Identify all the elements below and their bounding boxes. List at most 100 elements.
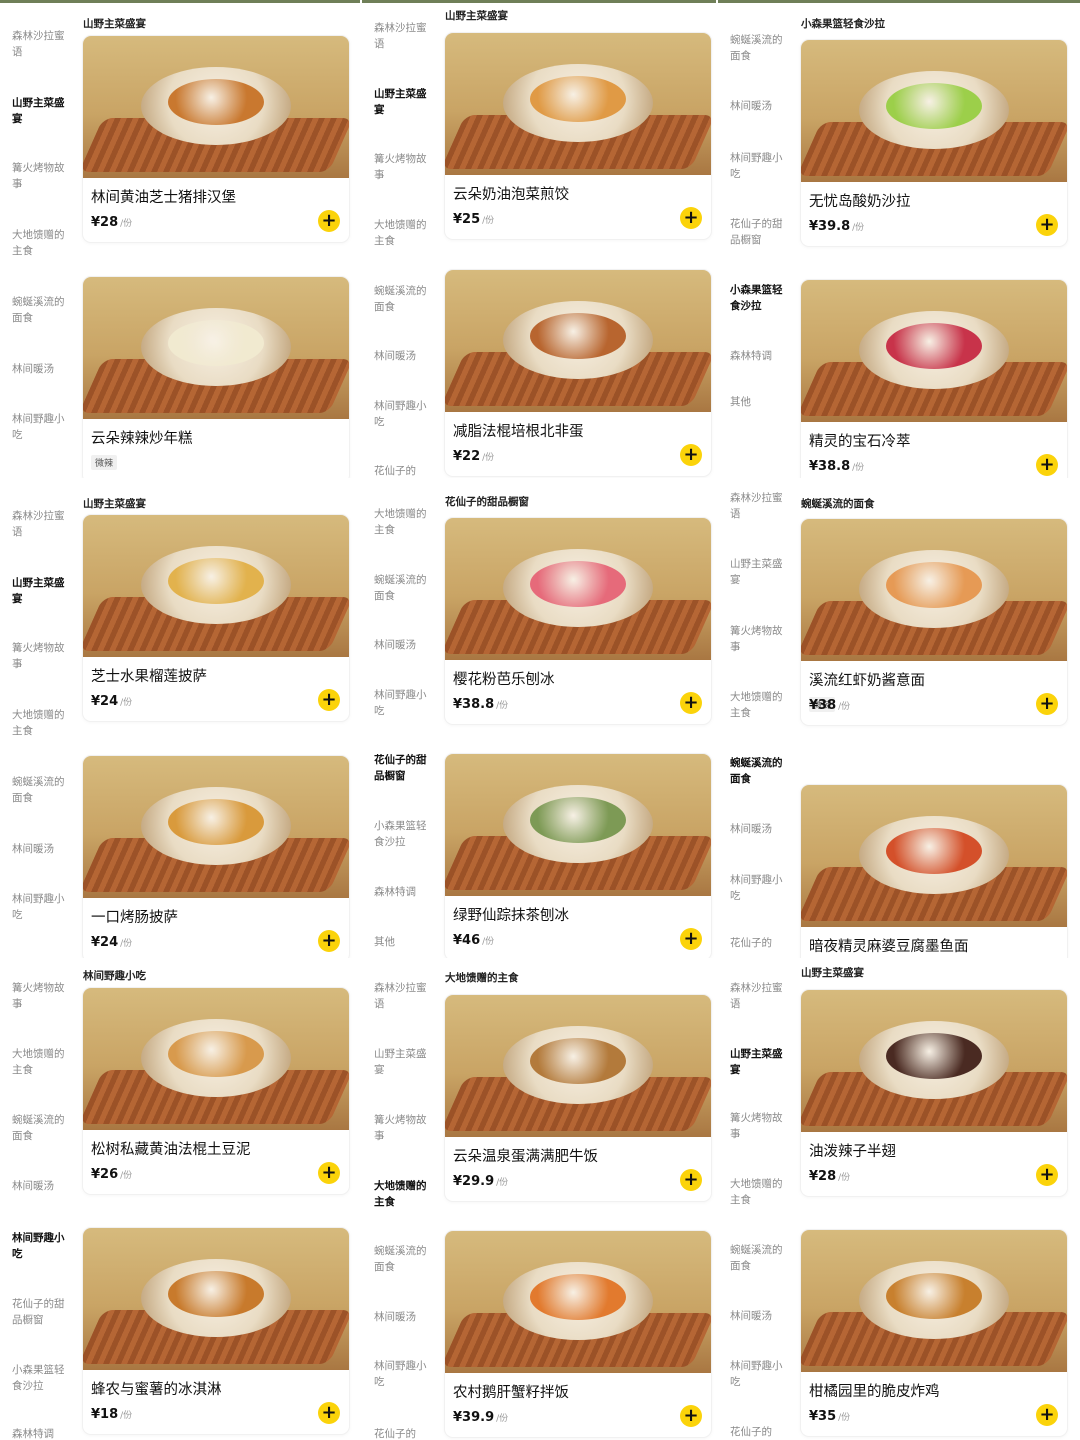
add-to-cart-button[interactable]: + [1036, 1164, 1058, 1186]
dish-card[interactable]: 林间黄油芝士猪排汉堡 ¥28/份 + [83, 36, 349, 242]
sidebar-item[interactable]: 大地馈赠的主食 [12, 707, 70, 739]
dish-card[interactable]: 无忧岛酸奶沙拉 ¥39.8/份 + [801, 40, 1067, 246]
sidebar-item[interactable]: 蜿蜒溪流的面食 [374, 283, 432, 315]
add-to-cart-button[interactable]: + [1036, 1404, 1058, 1426]
add-to-cart-button[interactable]: + [318, 689, 340, 711]
sidebar-item[interactable]: 蜿蜒溪流的面食 [12, 1112, 70, 1144]
sidebar-item[interactable]: 花仙子的 [374, 463, 432, 478]
sidebar-item[interactable]: 山野主菜盛宴 [374, 86, 432, 118]
sidebar-item[interactable]: 大地馈赠的主食 [374, 506, 432, 538]
sidebar-item[interactable]: 大地馈赠的主食 [730, 689, 788, 721]
dish-card[interactable]: 一口烤肠披萨 ¥24/份 + [83, 756, 349, 958]
add-to-cart-button[interactable]: + [1036, 454, 1058, 476]
sidebar-item[interactable]: 花仙子的甜品橱窗 [12, 1296, 70, 1328]
sidebar-item[interactable]: 篝火烤物故事 [374, 1112, 432, 1144]
sidebar-item[interactable]: 林间野趣小吃 [374, 687, 432, 719]
sidebar-item[interactable]: 森林沙拉蜜语 [12, 508, 70, 540]
sidebar-item[interactable]: 小森果篮轻食沙拉 [730, 282, 788, 314]
add-to-cart-button[interactable]: + [1036, 693, 1058, 715]
sidebar-item[interactable]: 林间野趣小吃 [12, 1230, 70, 1262]
sidebar-item[interactable]: 林间野趣小吃 [374, 1358, 432, 1390]
dish-card[interactable]: 溪流红虾奶酱意面 微辣 ¥38/份 + [801, 519, 1067, 725]
sidebar-item[interactable]: 林间暖汤 [374, 637, 432, 653]
sidebar-item[interactable]: 林间暖汤 [374, 348, 432, 364]
sidebar-item[interactable]: 林间暖汤 [12, 361, 70, 377]
add-to-cart-button[interactable]: + [680, 692, 702, 714]
sidebar-item[interactable]: 篝火烤物故事 [12, 980, 70, 1012]
sidebar-item[interactable]: 山野主菜盛宴 [12, 95, 70, 127]
sidebar-item[interactable]: 其他 [730, 394, 788, 410]
dish-card[interactable]: 松树私藏黄油法棍土豆泥 ¥26/份 + [83, 988, 349, 1194]
sidebar-item[interactable]: 蜿蜒溪流的面食 [12, 774, 70, 806]
sidebar-item[interactable]: 林间暖汤 [374, 1309, 432, 1325]
sidebar-item[interactable]: 林间暖汤 [730, 821, 788, 837]
sidebar-item[interactable]: 林间野趣小吃 [374, 398, 432, 430]
dish-card[interactable]: 减脂法棍培根北非蛋 ¥22/份 + [445, 270, 711, 476]
dish-card[interactable]: 云朵温泉蛋满满肥牛饭 ¥29.9/份 + [445, 995, 711, 1201]
sidebar-item[interactable]: 小森果篮轻食沙拉 [12, 1362, 70, 1394]
sidebar-item[interactable]: 篝火烤物故事 [374, 151, 432, 183]
sidebar-item[interactable]: 林间暖汤 [12, 1178, 70, 1194]
sidebar-item[interactable]: 花仙子的甜品橱窗 [374, 752, 432, 784]
dish-card[interactable]: 暗夜精灵麻婆豆腐墨鱼面 [801, 785, 1067, 958]
dish-card[interactable]: 精灵的宝石冷萃 ¥38.8/份 + [801, 280, 1067, 478]
sidebar-item[interactable]: 花仙子的 [730, 1424, 788, 1440]
add-to-cart-button[interactable]: + [680, 1405, 702, 1427]
sidebar-item[interactable]: 大地馈赠的主食 [12, 1046, 70, 1078]
add-to-cart-button[interactable]: + [680, 1169, 702, 1191]
sidebar-item[interactable]: 蜿蜒溪流的面食 [730, 1242, 788, 1274]
sidebar-item[interactable]: 林间暖汤 [730, 98, 788, 114]
sidebar-item[interactable]: 森林特调 [730, 348, 788, 364]
dish-card[interactable]: 农村鹅肝蟹籽拌饭 ¥39.9/份 + [445, 1231, 711, 1437]
dish-card[interactable]: 油泼辣子半翅 ¥28/份 + [801, 990, 1067, 1196]
add-to-cart-button[interactable]: + [680, 444, 702, 466]
sidebar-item[interactable]: 山野主菜盛宴 [730, 1046, 788, 1078]
dish-card[interactable]: 绿野仙踪抹茶刨冰 ¥46/份 + [445, 754, 711, 958]
add-to-cart-button[interactable]: + [318, 930, 340, 952]
sidebar-item[interactable]: 林间野趣小吃 [730, 150, 788, 182]
add-to-cart-button[interactable]: + [318, 1162, 340, 1184]
sidebar-item[interactable]: 蜿蜒溪流的面食 [730, 755, 788, 787]
sidebar-item[interactable]: 篝火烤物故事 [12, 640, 70, 672]
add-to-cart-button[interactable]: + [680, 928, 702, 950]
sidebar-item[interactable]: 大地馈赠的主食 [730, 1176, 788, 1208]
add-to-cart-button[interactable]: + [1036, 214, 1058, 236]
sidebar-item[interactable]: 花仙子的 [374, 1426, 432, 1440]
dish-card[interactable]: 樱花粉芭乐刨冰 ¥38.8/份 + [445, 518, 711, 724]
sidebar-item[interactable]: 林间野趣小吃 [12, 411, 70, 443]
sidebar-item[interactable]: 篝火烤物故事 [12, 160, 70, 192]
sidebar-item[interactable]: 花仙子的甜品橱窗 [730, 216, 788, 248]
sidebar-item[interactable]: 山野主菜盛宴 [730, 556, 788, 588]
dish-card[interactable]: 蜂农与蜜薯的冰淇淋 ¥18/份 + [83, 1228, 349, 1434]
dish-card[interactable]: 柑橘园里的脆皮炸鸡 ¥35/份 + [801, 1230, 1067, 1436]
dish-card[interactable]: 云朵辣辣炒年糕 微辣 [83, 277, 349, 478]
sidebar-item[interactable]: 森林沙拉蜜语 [12, 28, 70, 60]
add-to-cart-button[interactable]: + [318, 1402, 340, 1424]
sidebar-item[interactable]: 蜿蜒溪流的面食 [374, 1243, 432, 1275]
sidebar-item[interactable]: 大地馈赠的主食 [374, 217, 432, 249]
sidebar-item[interactable]: 森林沙拉蜜语 [374, 980, 432, 1012]
sidebar-item[interactable]: 小森果篮轻食沙拉 [374, 818, 432, 850]
sidebar-item[interactable]: 大地馈赠的主食 [374, 1178, 432, 1210]
sidebar-item[interactable]: 蜿蜒溪流的面食 [730, 32, 788, 64]
sidebar-item[interactable]: 森林特调 [374, 884, 432, 900]
sidebar-item[interactable]: 森林沙拉蜜语 [374, 20, 432, 52]
sidebar-item[interactable]: 大地馈赠的主食 [12, 227, 70, 259]
sidebar-item[interactable]: 山野主菜盛宴 [374, 1046, 432, 1078]
sidebar-item[interactable]: 林间暖汤 [730, 1308, 788, 1324]
sidebar-item[interactable]: 篝火烤物故事 [730, 1110, 788, 1142]
sidebar-item[interactable]: 其他 [374, 934, 432, 950]
sidebar-item[interactable]: 林间野趣小吃 [730, 872, 788, 904]
sidebar-item[interactable]: 森林沙拉蜜语 [730, 980, 788, 1012]
dish-card[interactable]: 芝士水果榴莲披萨 ¥24/份 + [83, 515, 349, 721]
add-to-cart-button[interactable]: + [318, 210, 340, 232]
sidebar-item[interactable]: 林间暖汤 [12, 841, 70, 857]
sidebar-item[interactable]: 蜿蜒溪流的面食 [12, 294, 70, 326]
sidebar-item[interactable]: 花仙子的 [730, 935, 788, 951]
sidebar-item[interactable]: 山野主菜盛宴 [12, 575, 70, 607]
sidebar-item[interactable]: 森林沙拉蜜语 [730, 490, 788, 522]
sidebar-item[interactable]: 篝火烤物故事 [730, 623, 788, 655]
add-to-cart-button[interactable]: + [680, 207, 702, 229]
sidebar-item[interactable]: 林间野趣小吃 [12, 891, 70, 923]
sidebar-item[interactable]: 森林特调 [12, 1426, 70, 1440]
